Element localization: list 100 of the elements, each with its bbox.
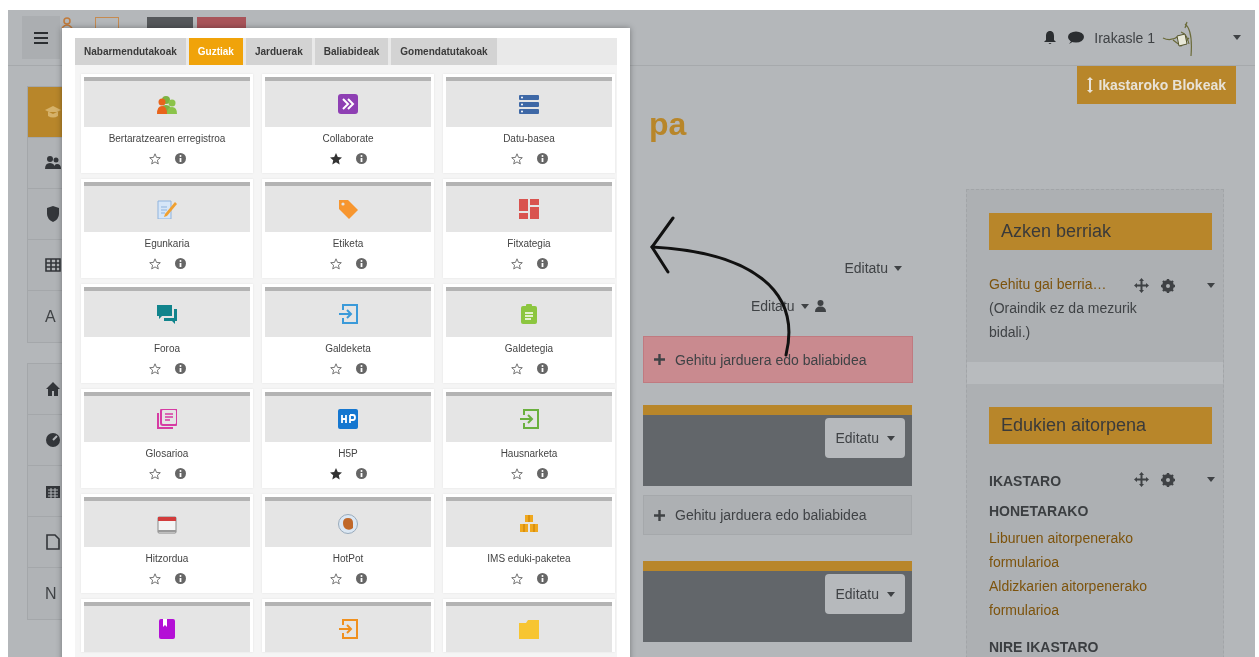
activity-name: Galdetegia (504, 343, 554, 355)
info-icon[interactable] (536, 573, 548, 584)
menu-button[interactable] (22, 16, 60, 59)
caret-icon (1233, 35, 1241, 40)
chevron-icon (338, 94, 358, 114)
logo-drawing (60, 17, 74, 28)
star-filled-icon[interactable] (329, 468, 342, 480)
arrow-into-box-icon (519, 409, 539, 429)
star-outline-icon[interactable] (148, 573, 161, 585)
activity-name: Hitzordua (145, 553, 189, 565)
tab[interactable]: Gomendatutakoak (391, 38, 497, 65)
star-outline-icon[interactable] (510, 363, 523, 375)
activity-card[interactable]: Hausnarketa (443, 389, 615, 488)
block-header: Azken berriak (989, 213, 1212, 250)
add-activity-button[interactable]: Gehitu jarduera edo baliabidea (643, 495, 912, 535)
info-icon[interactable] (536, 468, 548, 479)
add-activity-button[interactable]: Gehitu jarduera edo baliabidea (643, 336, 913, 383)
info-icon[interactable] (536, 363, 548, 374)
star-outline-icon[interactable] (148, 258, 161, 270)
bell-icon[interactable] (1043, 30, 1058, 45)
info-icon[interactable] (355, 258, 367, 269)
caret-icon (887, 591, 895, 597)
activity-card[interactable]: Glosarioa (81, 389, 253, 488)
info-icon[interactable] (355, 468, 367, 479)
activity-card[interactable] (81, 599, 253, 652)
activity-card[interactable]: Galdeketa (262, 284, 434, 383)
bookmark-book-icon (157, 619, 177, 639)
activity-card[interactable]: HotPot (262, 494, 434, 593)
move-icon[interactable] (1134, 278, 1149, 293)
caret-icon (1207, 477, 1215, 482)
activity-name: Galdeketa (325, 343, 371, 355)
clipboard-icon (519, 304, 539, 324)
activity-card[interactable]: Bertaratzearen erregistroa (81, 74, 253, 173)
calendar-icon (45, 483, 61, 499)
tab[interactable]: Nabarmendutakoak (75, 38, 186, 65)
chat-icon[interactable] (1067, 30, 1085, 45)
tab[interactable]: Baliabideak (314, 38, 389, 65)
star-outline-icon[interactable] (329, 258, 342, 270)
info-icon[interactable] (355, 573, 367, 584)
star-outline-icon[interactable] (510, 468, 523, 480)
activity-card[interactable]: Galdetegia (443, 284, 615, 383)
activity-name: Fitxategia (507, 238, 551, 250)
info-icon[interactable] (174, 573, 186, 584)
star-outline-icon[interactable] (148, 363, 161, 375)
activity-card[interactable]: Egunkaria (81, 179, 253, 278)
activity-card[interactable]: Datu-basea (443, 74, 615, 173)
move-icon[interactable] (1134, 472, 1149, 487)
activity-card[interactable]: Foroa (81, 284, 253, 383)
people-icon (157, 94, 177, 114)
activity-name: Datu-basea (503, 133, 555, 145)
activity-name: Etiketa (332, 238, 364, 250)
star-outline-icon[interactable] (510, 258, 523, 270)
star-outline-icon[interactable] (148, 153, 161, 165)
activity-name: Bertaratzearen erregistroa (108, 133, 226, 145)
activity-name: Glosarioa (145, 448, 189, 460)
activity-card[interactable]: Etiketa (262, 179, 434, 278)
tab[interactable]: Jarduerak (245, 38, 312, 65)
activity-card[interactable]: H5P (262, 389, 434, 488)
caret-icon (800, 303, 809, 309)
activity-card[interactable]: Collaborate (262, 74, 434, 173)
edit-menu[interactable]: Editatu (825, 574, 905, 614)
info-icon[interactable] (536, 153, 548, 164)
gear-icon[interactable] (1161, 472, 1175, 487)
table-icon (45, 257, 61, 273)
caret-icon (1207, 283, 1215, 288)
star-outline-icon[interactable] (148, 468, 161, 480)
activity-card[interactable]: IMS eduki-paketea (443, 494, 615, 593)
info-icon[interactable] (355, 363, 367, 374)
star-outline-icon[interactable] (510, 153, 523, 165)
activity-name: Hausnarketa (500, 448, 558, 460)
grid-icon (519, 199, 539, 219)
vertical-arrows-icon (1087, 77, 1094, 93)
mitt-icon (338, 514, 358, 534)
activity-card[interactable]: Hitzordua (81, 494, 253, 593)
info-icon[interactable] (174, 363, 186, 374)
document-pencil-icon (157, 199, 177, 219)
info-icon[interactable] (355, 153, 367, 164)
edit-menu[interactable]: Editatu (844, 260, 902, 276)
user-menu[interactable]: Irakasle 1 (1094, 19, 1241, 56)
star-outline-icon[interactable] (510, 573, 523, 585)
star-outline-icon[interactable] (329, 363, 342, 375)
square-logo-icon (338, 409, 358, 429)
plus-icon (654, 354, 665, 365)
gauge-icon (45, 432, 61, 448)
star-filled-icon[interactable] (329, 153, 342, 165)
info-icon[interactable] (174, 153, 186, 164)
gear-icon[interactable] (1161, 278, 1175, 293)
activity-name: IMS eduki-paketea (487, 553, 571, 565)
activity-card[interactable]: Fitxategia (443, 179, 615, 278)
activity-name: Egunkaria (144, 238, 190, 250)
people-icon (45, 155, 61, 171)
activity-name: Collaborate (322, 133, 374, 145)
info-icon[interactable] (174, 258, 186, 269)
info-icon[interactable] (174, 468, 186, 479)
home-icon (45, 381, 61, 397)
edit-menu[interactable]: Editatu (825, 418, 905, 458)
info-icon[interactable] (536, 258, 548, 269)
star-outline-icon[interactable] (329, 573, 342, 585)
activity-name: H5P (338, 448, 358, 460)
menu-icon (34, 31, 48, 44)
